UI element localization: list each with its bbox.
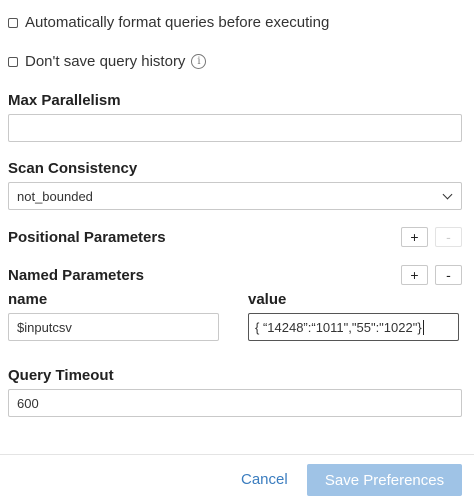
value-column-header: value [248,291,287,308]
remove-named-parameter-button[interactable]: - [435,265,462,285]
scan-consistency-value: not_bounded [17,188,93,204]
text-cursor [422,319,424,335]
add-named-parameter-button[interactable]: + [401,265,428,285]
parameter-value-input[interactable]: { “14248”:“1011","55":"1022"} [248,313,459,341]
add-positional-parameter-button[interactable]: + [401,227,428,247]
parameter-value-text: { “14248”:“1011","55":"1022"} [255,319,422,335]
max-parallelism-label: Max Parallelism [8,92,121,109]
query-preferences-dialog: Automatically format queries before exec… [0,0,474,502]
cancel-button[interactable]: Cancel [241,471,288,488]
footer-divider [0,454,474,455]
chevron-down-icon [442,189,453,199]
parameter-name-input[interactable]: $inputcsv [8,313,219,341]
save-preferences-button[interactable]: Save Preferences [307,464,462,496]
auto-format-checkbox[interactable] [8,17,18,28]
no-history-label: Don't save query history [25,53,186,70]
query-timeout-input[interactable]: 600 [8,389,462,417]
no-history-checkbox[interactable] [8,56,18,67]
max-parallelism-input[interactable] [8,114,462,142]
scan-consistency-select[interactable]: not_bounded [8,182,462,210]
auto-format-option[interactable]: Automatically format queries before exec… [8,14,329,31]
query-timeout-label: Query Timeout [8,367,114,384]
name-column-header: name [8,291,48,308]
remove-positional-parameter-button[interactable]: - [435,227,462,247]
no-history-option[interactable]: Don't save query history i [8,53,207,70]
scan-consistency-label: Scan Consistency [8,160,138,177]
info-icon[interactable]: i [191,54,207,69]
named-parameters-label: Named Parameters [8,267,144,284]
auto-format-label: Automatically format queries before exec… [25,14,330,31]
positional-parameters-label: Positional Parameters [8,229,166,246]
